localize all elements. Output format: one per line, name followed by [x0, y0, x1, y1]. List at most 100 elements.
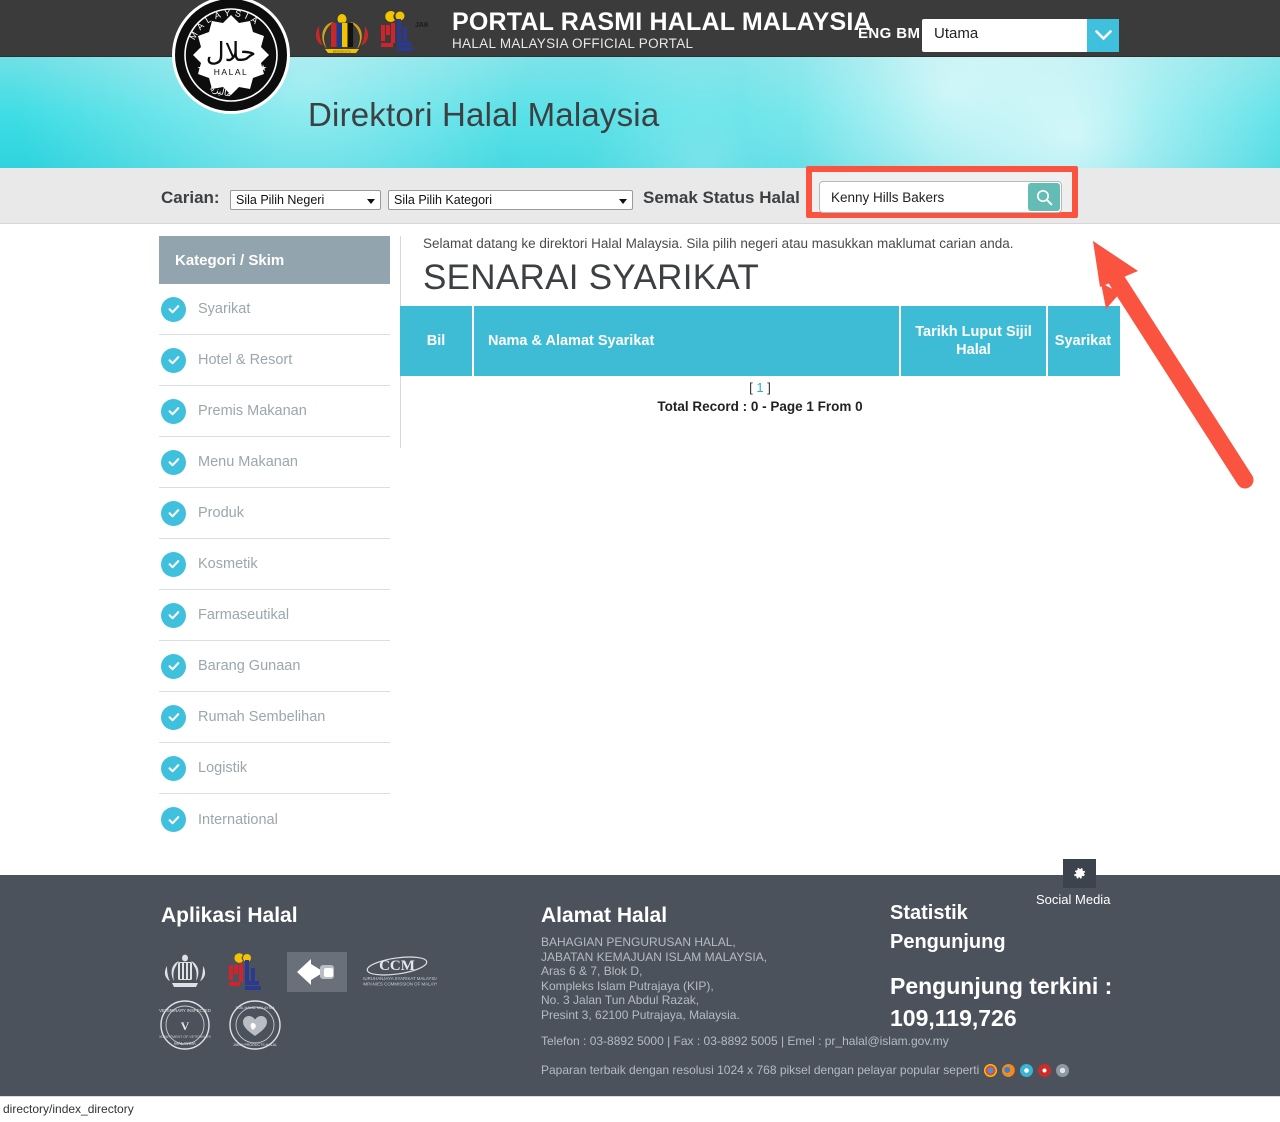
stats-heading-line1: Statistik: [890, 902, 968, 924]
svg-text:MALAYSIA: MALAYSIA: [174, 1041, 196, 1046]
safari-icon: [1056, 1063, 1070, 1077]
gear-icon: [1074, 867, 1086, 879]
main-nav-select[interactable]: Utama: [922, 19, 1119, 52]
svg-text:حلال: حلال: [206, 38, 256, 68]
footer-address-heading: Alamat Halal: [541, 904, 668, 927]
category-sidebar: Kategori / Skim Syarikat Hotel & Resort Pr…: [159, 236, 390, 845]
check-circle-icon: [161, 602, 186, 628]
lang-bm-link[interactable]: BM: [896, 25, 920, 42]
ssm-logo-icon: CCM SURUHANJAYA SYARIKAT MALAYSIA COMPAN…: [363, 956, 437, 987]
svg-text:SIJIL HALAL MALAYSIA: SIJIL HALAL MALAYSIA: [235, 1006, 275, 1010]
search-field-wrapper: [819, 181, 1062, 213]
svg-text:★: ★: [259, 63, 267, 73]
footer-browser-text: Paparan terbaik dengan resolusi 1024 x 7…: [541, 1063, 980, 1077]
pagination: [ 1 ]: [400, 380, 1120, 395]
sidebar-item-rumah-sembelihan[interactable]: Rumah Sembelihan: [159, 692, 390, 743]
footer-address-line: BAHAGIAN PENGURUSAN HALAL,: [541, 935, 736, 949]
check-circle-icon: [161, 653, 186, 679]
svg-text:JAKIM PRODUCTS HALAL: JAKIM PRODUCTS HALAL: [233, 1043, 277, 1047]
svg-text:SURUHANJAYA SYARIKAT MALAYSIA: SURUHANJAYA SYARIKAT MALAYSIA: [363, 976, 437, 981]
opera-icon: [1038, 1063, 1052, 1077]
svg-text:JAKIM: JAKIM: [415, 22, 428, 29]
pagination-bracket-close: ]: [767, 380, 771, 395]
sidebar-item-produk[interactable]: Produk: [159, 488, 390, 539]
check-circle-icon: [161, 500, 186, 526]
svg-text:DEPARTMENT OF VETERINARY: DEPARTMENT OF VETERINARY: [159, 1035, 211, 1039]
column-header-syarikat: Syarikat: [1046, 306, 1118, 376]
sidebar-item-label: Hotel & Resort: [198, 352, 293, 368]
sidebar-item-label: Menu Makanan: [198, 454, 298, 470]
column-header-tarikh-luput: Tarikh Luput Sijil Halal: [899, 306, 1046, 376]
veterinary-services-logo-icon: VETERINARY INSPECTED V DEPARTMENT OF VET…: [159, 1000, 211, 1050]
pagination-bracket-open: [: [749, 380, 753, 395]
sidebar-item-international[interactable]: International: [159, 794, 390, 845]
semak-status-label: Semak Status Halal :: [643, 188, 811, 207]
chevron-down-icon[interactable]: [1087, 19, 1119, 52]
state-select[interactable]: Sila Pilih Negeri: [230, 190, 381, 210]
visitors-count: 109,119,726: [890, 1005, 1017, 1031]
main-heading: SENARAI SYARIKAT: [423, 258, 760, 297]
sidebar-item-label: Premis Makanan: [198, 403, 307, 419]
portal-brand: PORTAL RASMI HALAL MALAYSIA HALAL MALAYS…: [452, 8, 872, 52]
firefox-icon: [1002, 1063, 1016, 1077]
halal-heart-logo-icon: SIJIL HALAL MALAYSIA JAKIM PRODUCTS HALA…: [229, 1000, 281, 1050]
footer-statistics: Statistik Pengunjung Pengunjung terkini …: [890, 899, 1112, 1034]
visitors-label: Pengunjung terkini :: [890, 973, 1113, 999]
carian-label: Carian:: [161, 188, 220, 207]
sidebar-header: Kategori / Skim: [159, 236, 390, 284]
svg-text:BERSEKUTU: BERSEKUTU: [333, 50, 351, 54]
sidebar-item-label: Kosmetik: [198, 556, 258, 572]
footer-address-block: BAHAGIAN PENGURUSAN HALAL, JABATAN KEMAJU…: [541, 935, 767, 1022]
column-header-bil: Bil: [426, 333, 446, 349]
pagination-page-1[interactable]: 1: [756, 380, 763, 395]
jakim-logo-icon: JAKIM: [381, 11, 428, 51]
search-input[interactable]: [820, 182, 1025, 212]
svg-text:COMPANIES COMMISSION OF MALAYS: COMPANIES COMMISSION OF MALAYSIA: [363, 982, 437, 987]
chrome-icon: [984, 1063, 998, 1077]
page-title: Direktori Halal Malaysia: [308, 96, 660, 133]
sidebar-item-label: Produk: [198, 505, 244, 521]
portal-subtitle: HALAL MALAYSIA OFFICIAL PORTAL: [452, 36, 694, 51]
footer-address-line: JABATAN KEMAJUAN ISLAM MALAYSIA,: [541, 949, 768, 964]
footer-address-line: Presint 3, 62100 Putrajaya, Malaysia.: [541, 1007, 740, 1022]
footer-agency-logos: CCM SURUHANJAYA SYARIKAT MALAYSIA COMPAN…: [159, 952, 489, 1058]
social-media-toggle[interactable]: [1063, 859, 1096, 888]
sidebar-item-farmaseutikal[interactable]: Farmaseutikal: [159, 590, 390, 641]
sidebar-item-menu-makanan[interactable]: Menu Makanan: [159, 437, 390, 488]
internet-explorer-icon: [1020, 1063, 1034, 1077]
footer-address-line: Aras 6 & 7, Blok D,: [541, 964, 643, 978]
sidebar-item-label: Farmaseutikal: [198, 607, 290, 623]
check-circle-icon: [161, 398, 186, 424]
svg-text:CCM: CCM: [379, 958, 415, 974]
category-select[interactable]: Sila Pilih Kategori: [388, 190, 633, 210]
check-circle-icon: [161, 347, 186, 373]
browser-status-bar: directory/index_directory: [0, 1096, 1280, 1121]
svg-text:V: V: [181, 1019, 190, 1033]
column-header-nama-alamat: Nama & Alamat Syarikat: [472, 306, 899, 376]
sidebar-item-logistik[interactable]: Logistik: [159, 743, 390, 794]
results-table-header: Bil Nama & Alamat Syarikat Tarikh Luput …: [400, 306, 1120, 376]
search-icon: [1036, 189, 1052, 205]
sidebar-item-premis-makanan[interactable]: Premis Makanan: [159, 386, 390, 437]
search-button[interactable]: [1028, 183, 1060, 211]
language-switcher[interactable]: ENG BM: [858, 25, 920, 42]
malaysia-coat-of-arms-icon: BERSEKUTU: [315, 14, 369, 54]
main-nav-select-value: Utama: [934, 25, 979, 42]
sidebar-item-label: Rumah Sembelihan: [198, 709, 326, 725]
halal-malaysia-logo: حلال HALAL MALAYSIA ★ ★ ماليزيا: [172, 0, 290, 114]
sidebar-item-syarikat[interactable]: Syarikat: [159, 284, 390, 335]
check-circle-icon: [161, 807, 186, 832]
jakim-logo-icon-footer: [229, 953, 261, 990]
footer-address-line: Kompleks Islam Putrajaya (KIP),: [541, 978, 714, 993]
sidebar-item-kosmetik[interactable]: Kosmetik: [159, 539, 390, 590]
sidebar-item-label: International: [198, 811, 278, 828]
svg-text:VETERINARY INSPECTED: VETERINARY INSPECTED: [159, 1008, 211, 1013]
footer-contact-line: Telefon : 03-8892 5000 | Fax : 03-8892 5…: [541, 1034, 949, 1048]
myipo-logo-icon: [297, 959, 334, 985]
stats-heading-line2: Pengunjung: [890, 931, 1006, 953]
sidebar-item-barang-gunaan[interactable]: Barang Gunaan: [159, 641, 390, 692]
footer-address-line: No. 3 Jalan Tun Abdul Razak,: [541, 993, 700, 1007]
check-circle-icon: [161, 755, 186, 781]
sidebar-item-hotel-resort[interactable]: Hotel & Resort: [159, 335, 390, 386]
lang-eng-link[interactable]: ENG: [858, 25, 892, 42]
